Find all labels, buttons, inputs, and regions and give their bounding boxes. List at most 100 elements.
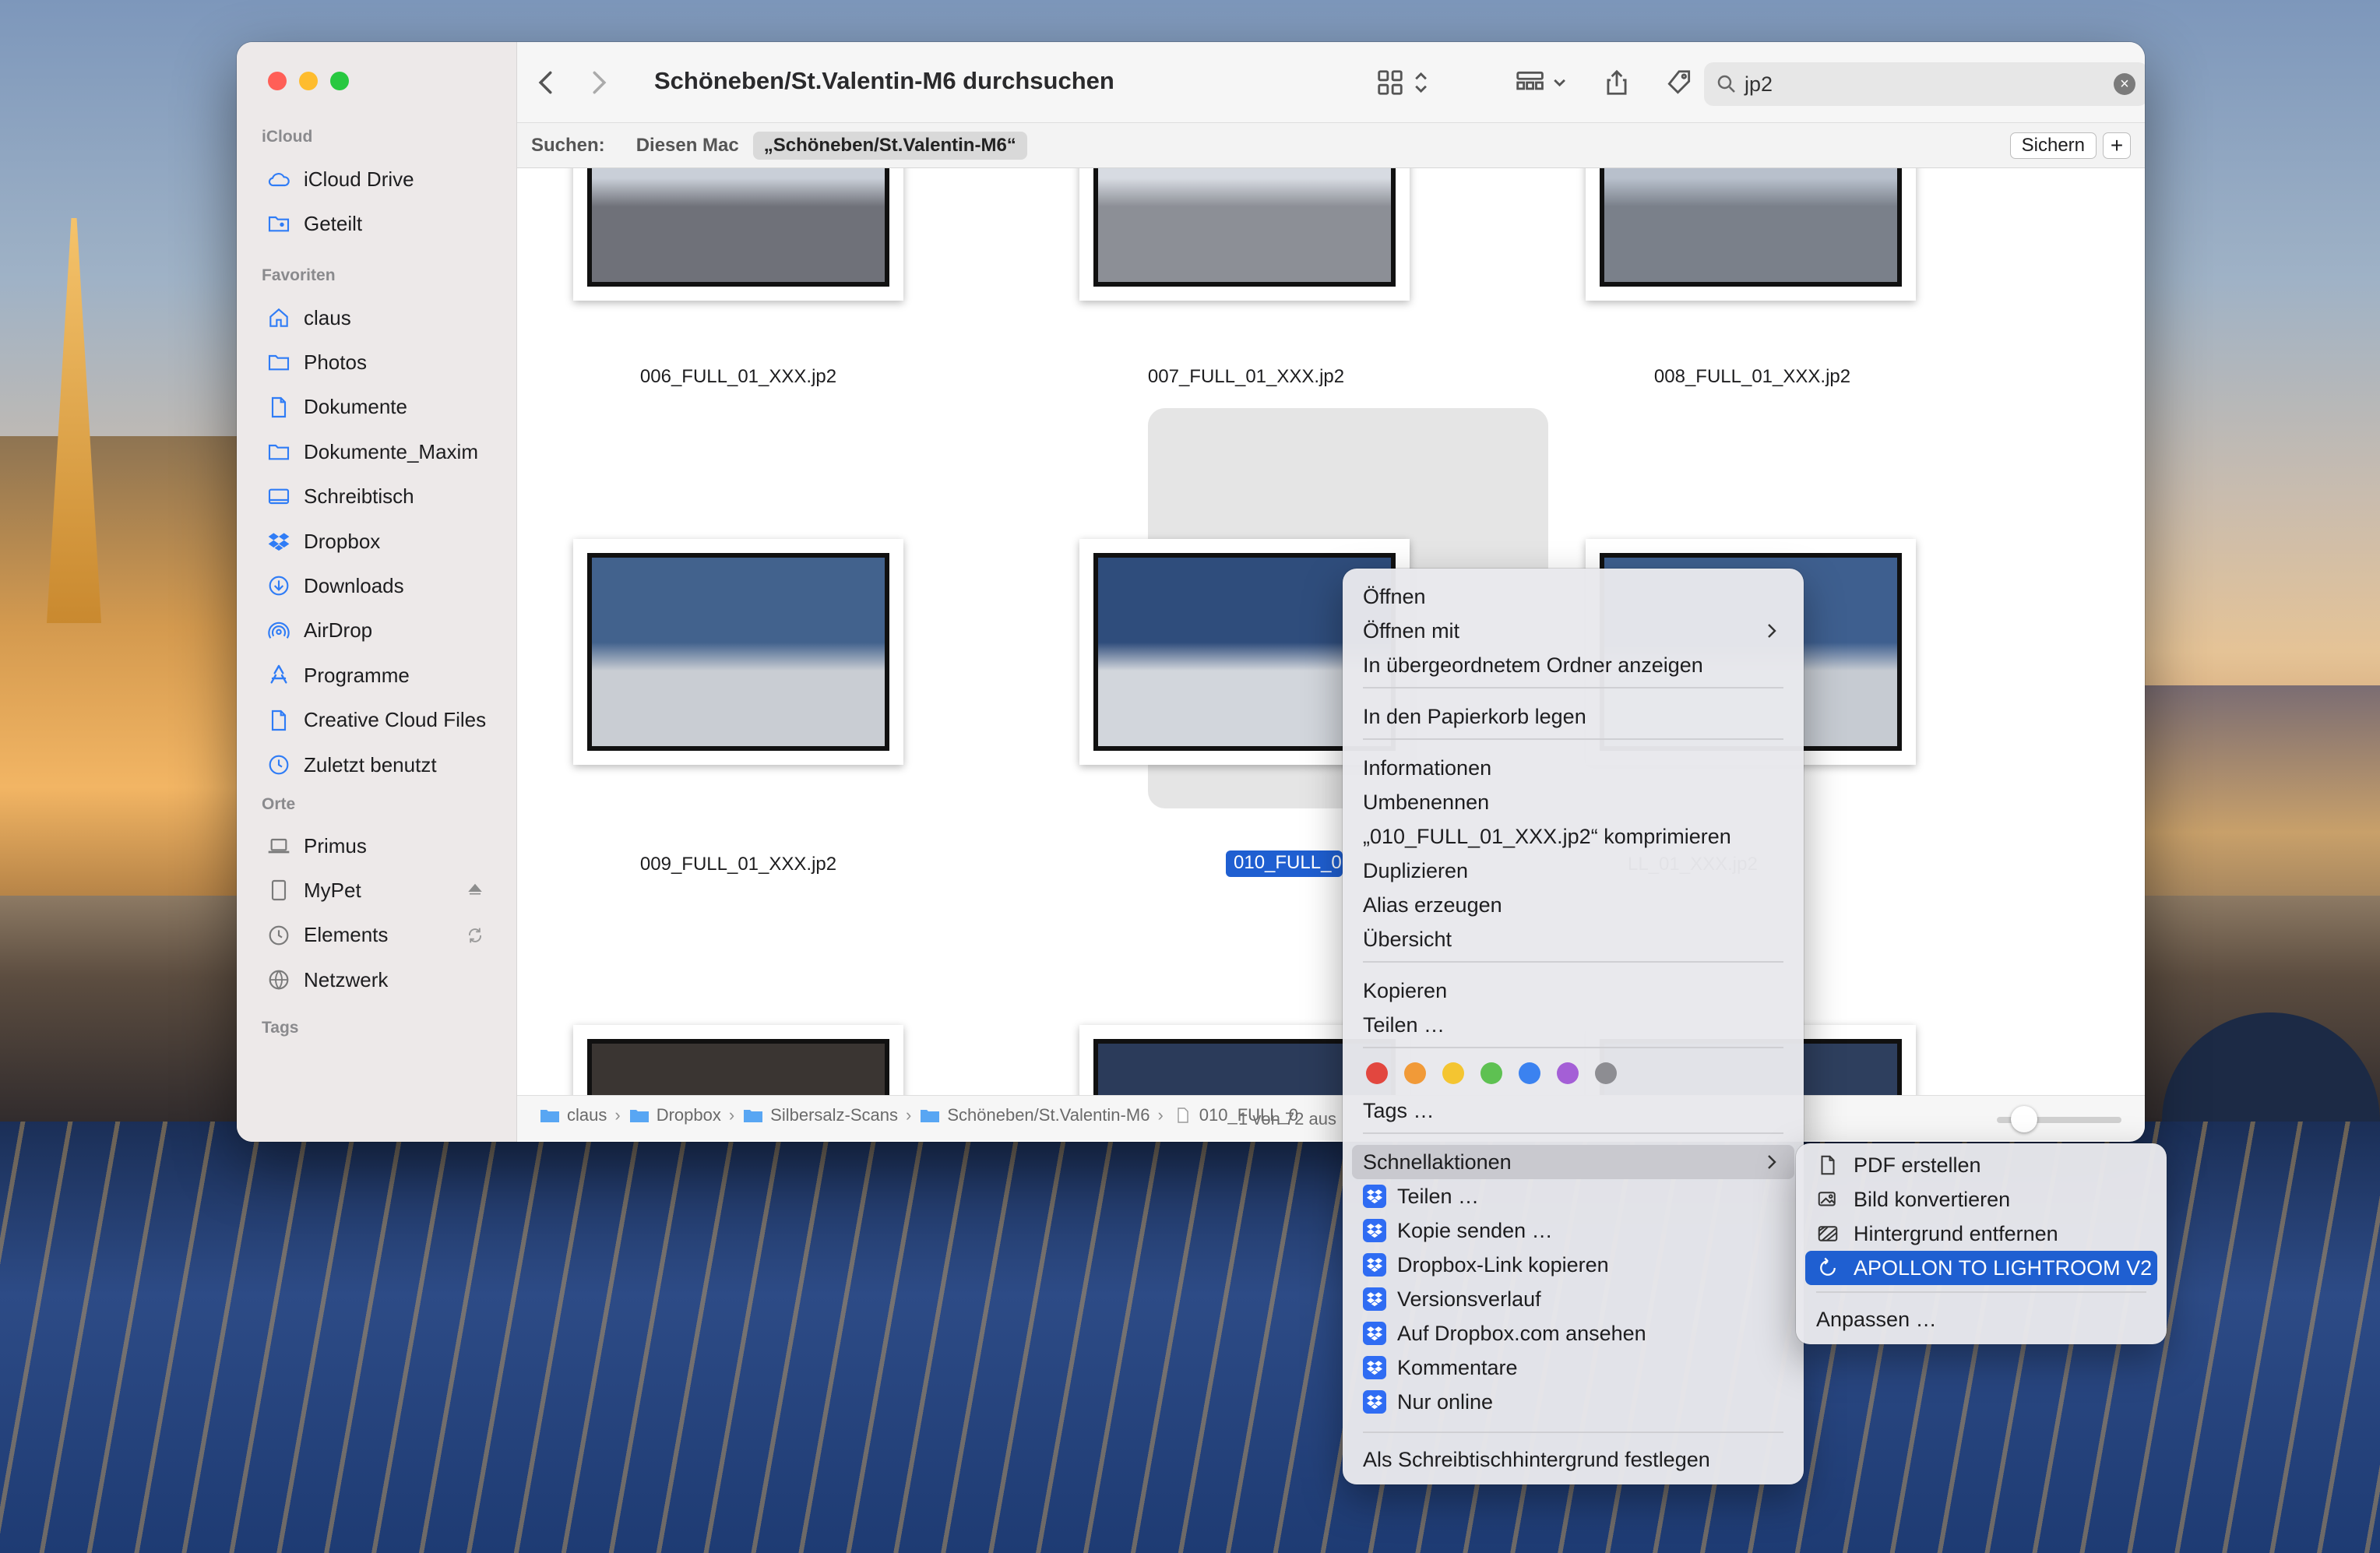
quick-action-remove-background-label: Hintergrund entfernen [1854,1221,2058,1245]
menu-dropbox-item[interactable]: Nur online [1352,1385,1794,1419]
tag-color-dot[interactable] [1557,1062,1579,1084]
menu-compress[interactable]: „010_FULL_01_XXX.jp2“ komprimieren [1352,819,1794,854]
file-label[interactable]: 009_FULL_01_XXX.jp2 [536,854,941,875]
file-thumbnail[interactable] [573,168,903,301]
menu-dropbox-item-label: Kopie senden … [1397,1218,1553,1242]
menu-dropbox-item[interactable]: Kopie senden … [1352,1213,1794,1248]
clear-search-icon[interactable]: × [2114,73,2135,95]
sidebar-item-dokumente-maxim[interactable]: Dokumente_Maxim [252,431,502,472]
sidebar-item-mypet[interactable]: MyPet [252,870,502,910]
search-field[interactable]: jp2 × [1704,62,2145,106]
menu-separator [1363,1132,1783,1134]
menu-quick-actions[interactable]: Schnellaktionen [1352,1145,1794,1179]
file-label[interactable]: 006_FULL_01_XXX.jp2 [536,366,941,388]
sidebar-item-icloud-drive[interactable]: iCloud Drive [252,159,502,199]
file-label[interactable]: 007_FULL_01_XXX.jp2 [1044,366,1449,388]
menu-dropbox-item[interactable]: Versionsverlauf [1352,1282,1794,1316]
path-segment[interactable]: claus [539,1105,607,1125]
selected-file-label[interactable]: 010_FULL_0 [1226,850,1343,877]
sidebar-icon-wrap [265,876,293,904]
tag-color-dot[interactable] [1519,1062,1540,1084]
sidebar-item-photos[interactable]: Photos [252,342,502,382]
share-button[interactable] [1600,65,1634,100]
search-scope-bar: Suchen: Diesen Mac „Schöneben/St.Valenti… [517,123,2145,168]
quick-action-remove-background[interactable]: Hintergrund entfernen [1805,1217,2157,1251]
path-separator: › [1157,1105,1164,1125]
menu-move-to-trash[interactable]: In den Papierkorb legen [1352,699,1794,734]
zoom-window-button[interactable] [330,72,349,90]
forward-button[interactable] [581,65,615,100]
close-window-button[interactable] [268,72,287,90]
scope-this-mac[interactable]: Diesen Mac [625,132,750,160]
sidebar-item-programme[interactable]: Programme [252,655,502,696]
menu-get-info[interactable]: Informationen [1352,751,1794,785]
menu-dropbox-item[interactable]: Kommentare [1352,1351,1794,1385]
menu-open-with[interactable]: Öffnen mit [1352,614,1794,648]
file-label[interactable]: 008_FULL_01_XXX.jp2 [1550,366,1955,388]
menu-rename[interactable]: Umbenennen [1352,785,1794,819]
sidebar-section-tags[interactable]: Tags [262,1019,298,1037]
eject-icon-wrap[interactable] [464,879,486,901]
path-segment[interactable]: Schöneben/St.Valentin-M6 [919,1105,1150,1125]
sidebar-item-downloads[interactable]: Downloads [252,565,502,606]
timemachine-icon [269,925,289,946]
quick-action-customize[interactable]: Anpassen … [1805,1302,2157,1336]
menu-copy[interactable]: Kopieren [1352,974,1794,1008]
tag-color-dot[interactable] [1366,1062,1388,1084]
menu-open[interactable]: Öffnen [1352,579,1794,614]
sidebar-item-geteilt[interactable]: Geteilt [252,203,502,244]
menu-quick-actions-label: Schnellaktionen [1363,1150,1512,1174]
view-mode-button[interactable] [1374,65,1436,100]
quick-action-convert[interactable]: Bild konvertieren [1805,1182,2157,1217]
path-segment[interactable]: Dropbox [628,1105,721,1125]
sync-icon-wrap[interactable] [464,924,486,946]
tag-color-dot[interactable] [1595,1062,1617,1084]
menu-tags[interactable]: Tags … [1352,1093,1794,1128]
menu-duplicate[interactable]: Duplizieren [1352,854,1794,888]
menu-set-wallpaper[interactable]: Als Schreibtischhintergrund festlegen [1352,1442,1794,1477]
menu-quick-look[interactable]: Übersicht [1352,922,1794,956]
eject-icon [468,884,482,895]
tag-button[interactable] [1662,65,1696,100]
sidebar-item-dropbox[interactable]: Dropbox [252,521,502,562]
file-thumbnail[interactable] [1079,168,1410,301]
sidebar-item-claus[interactable]: claus [252,298,502,338]
save-search-button[interactable]: Sichern [2009,132,2097,159]
sidebar-item-netzwerk[interactable]: Netzwerk [252,960,502,1000]
sidebar-item-airdrop[interactable]: AirDrop [252,611,502,651]
scope-current-folder[interactable]: „Schöneben/St.Valentin-M6“ [752,131,1027,160]
quick-action-apollon[interactable]: APOLLON TO LIGHTROOM V2 [1805,1251,2157,1285]
menu-dropbox-item[interactable]: Auf Dropbox.com ansehen [1352,1316,1794,1351]
sidebar-item-dokumente[interactable]: Dokumente [252,387,502,428]
tag-color-dot[interactable] [1480,1062,1502,1084]
menu-show-in-parent[interactable]: In übergeordnetem Ordner anzeigen [1352,648,1794,682]
menu-separator [1363,961,1783,963]
sidebar-item-schreibtisch[interactable]: Schreibtisch [252,477,502,517]
quick-action-pdf[interactable]: PDF erstellen [1805,1148,2157,1182]
sidebar-icon-wrap [265,348,293,376]
sidebar-item-creative-cloud-files[interactable]: Creative Cloud Files [252,700,502,741]
file-thumbnail[interactable] [573,1025,903,1095]
path-segment[interactable]: Silbersalz-Scans [742,1105,898,1125]
tag-color-dot[interactable] [1442,1062,1464,1084]
sidebar-item-zuletzt-benutzt[interactable]: Zuletzt benutzt [252,745,502,785]
file-thumbnail[interactable] [1586,168,1916,301]
sidebar-item-elements[interactable]: Elements [252,915,502,956]
menu-make-alias[interactable]: Alias erzeugen [1352,888,1794,922]
sidebar-item-label: Elements [304,923,389,947]
menu-dropbox-item[interactable]: Dropbox-Link kopieren [1352,1248,1794,1282]
back-button[interactable] [530,65,564,100]
minimize-window-button[interactable] [299,72,318,90]
tag-color-dot[interactable] [1404,1062,1426,1084]
menu-share[interactable]: Teilen … [1352,1008,1794,1042]
icon-size-slider-knob[interactable] [2011,1106,2037,1132]
sidebar-item-primus[interactable]: Primus [252,826,502,866]
menu-dropbox-item[interactable]: Teilen … [1352,1179,1794,1213]
path-separator: › [906,1105,912,1125]
status-text: 1 von 72 aus [1238,1109,1336,1129]
file-thumbnail[interactable] [573,539,903,765]
group-by-button[interactable] [1511,65,1576,100]
sidebar-icon-wrap [265,617,293,645]
add-criteria-button[interactable]: + [2103,132,2131,159]
search-input[interactable]: jp2 [1745,72,2114,97]
